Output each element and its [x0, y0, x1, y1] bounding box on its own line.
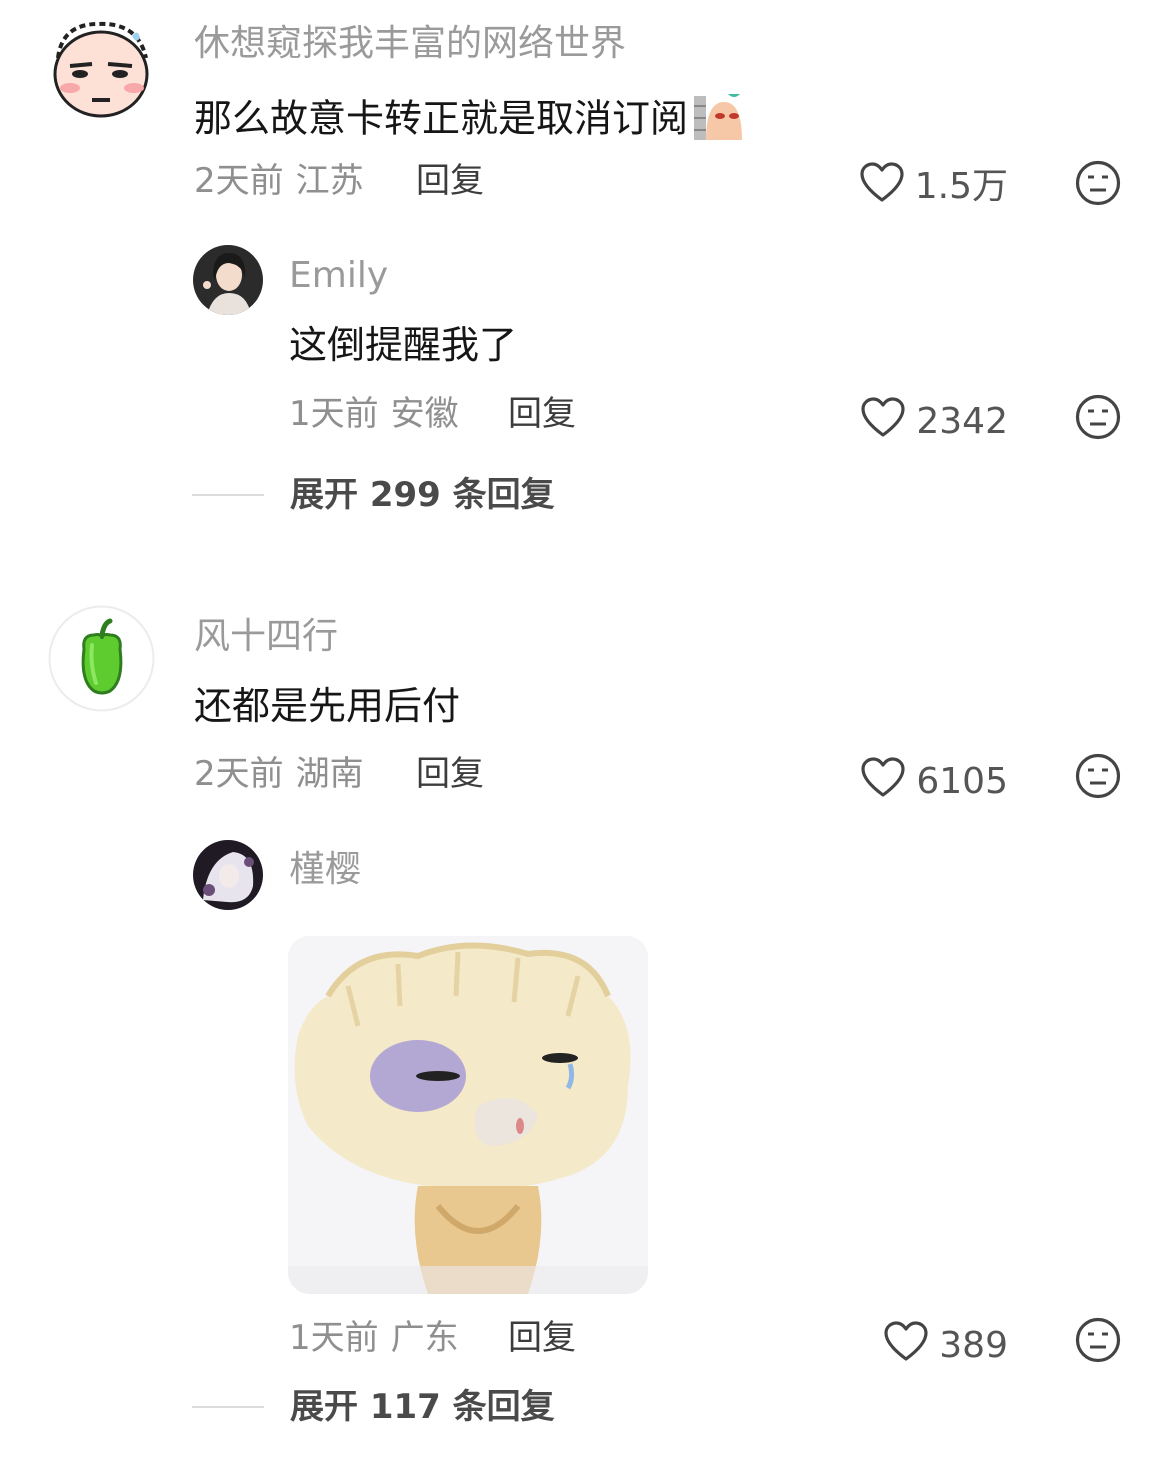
comment-text-content: 那么故意卡转正就是取消订阅	[194, 96, 689, 141]
heart-outline-icon	[860, 397, 916, 446]
comment-meta: 1天前 广东	[289, 1321, 459, 1355]
like-button[interactable]: 2342	[860, 397, 1008, 446]
reply-button[interactable]: 回复	[416, 164, 484, 198]
neutral-face-icon	[1075, 160, 1121, 206]
divider	[192, 1406, 264, 1408]
avatar[interactable]	[48, 605, 155, 712]
like-count: 2342	[916, 400, 1008, 442]
sticker-image[interactable]	[288, 936, 648, 1294]
reply-button[interactable]: 回复	[508, 1321, 576, 1355]
like-button[interactable]: 6105	[860, 757, 1008, 806]
comment-username[interactable]: 风十四行	[194, 619, 338, 655]
comment-username[interactable]: 槿樱	[289, 852, 361, 888]
reply-button[interactable]: 回复	[416, 757, 484, 791]
timestamp: 2天前	[194, 161, 284, 201]
divider	[192, 494, 264, 496]
neutral-face-icon	[1075, 753, 1121, 799]
dislike-button[interactable]	[1075, 753, 1121, 799]
like-count: 6105	[916, 760, 1008, 802]
expand-replies-button[interactable]: 展开 117 条回复	[192, 1390, 555, 1424]
comment-text: 这倒提醒我了	[289, 323, 518, 367]
comment-meta: 1天前 安徽	[289, 397, 459, 431]
timestamp: 1天前	[289, 1318, 379, 1358]
expand-replies-label: 展开 299 条回复	[290, 475, 555, 515]
timestamp: 1天前	[289, 394, 379, 434]
avatar[interactable]	[193, 245, 263, 315]
comment-text: 还都是先用后付	[194, 684, 461, 728]
expand-replies-button[interactable]: 展开 299 条回复	[192, 478, 555, 512]
like-button[interactable]: 389	[883, 1321, 1008, 1370]
comment-text: 那么故意卡转正就是取消订阅	[194, 92, 744, 150]
like-count: 1.5万	[914, 165, 1008, 207]
comment-username[interactable]: Emily	[289, 258, 388, 294]
heart-outline-icon	[859, 162, 915, 211]
dislike-button[interactable]	[1075, 160, 1121, 206]
heart-outline-icon	[860, 757, 916, 806]
timestamp: 2天前	[194, 754, 284, 794]
peek-emoji-icon	[692, 92, 744, 150]
dislike-button[interactable]	[1075, 394, 1121, 440]
avatar[interactable]	[48, 14, 154, 120]
heart-outline-icon	[883, 1321, 939, 1370]
location: 安徽	[390, 394, 459, 434]
avatar[interactable]	[193, 840, 263, 910]
dislike-button[interactable]	[1075, 1317, 1121, 1363]
location: 湖南	[295, 754, 364, 794]
location: 江苏	[295, 161, 364, 201]
reply-button[interactable]: 回复	[508, 397, 576, 431]
neutral-face-icon	[1075, 394, 1121, 440]
comment-meta: 2天前 湖南	[194, 757, 364, 791]
like-count: 389	[939, 1324, 1008, 1366]
comment-meta: 2天前 江苏	[194, 164, 364, 198]
expand-replies-label: 展开 117 条回复	[290, 1387, 555, 1427]
location: 广东	[390, 1318, 459, 1358]
neutral-face-icon	[1075, 1317, 1121, 1363]
comment-username[interactable]: 休想窥探我丰富的网络世界	[194, 26, 626, 62]
like-button[interactable]: 1.5万	[859, 162, 1008, 211]
